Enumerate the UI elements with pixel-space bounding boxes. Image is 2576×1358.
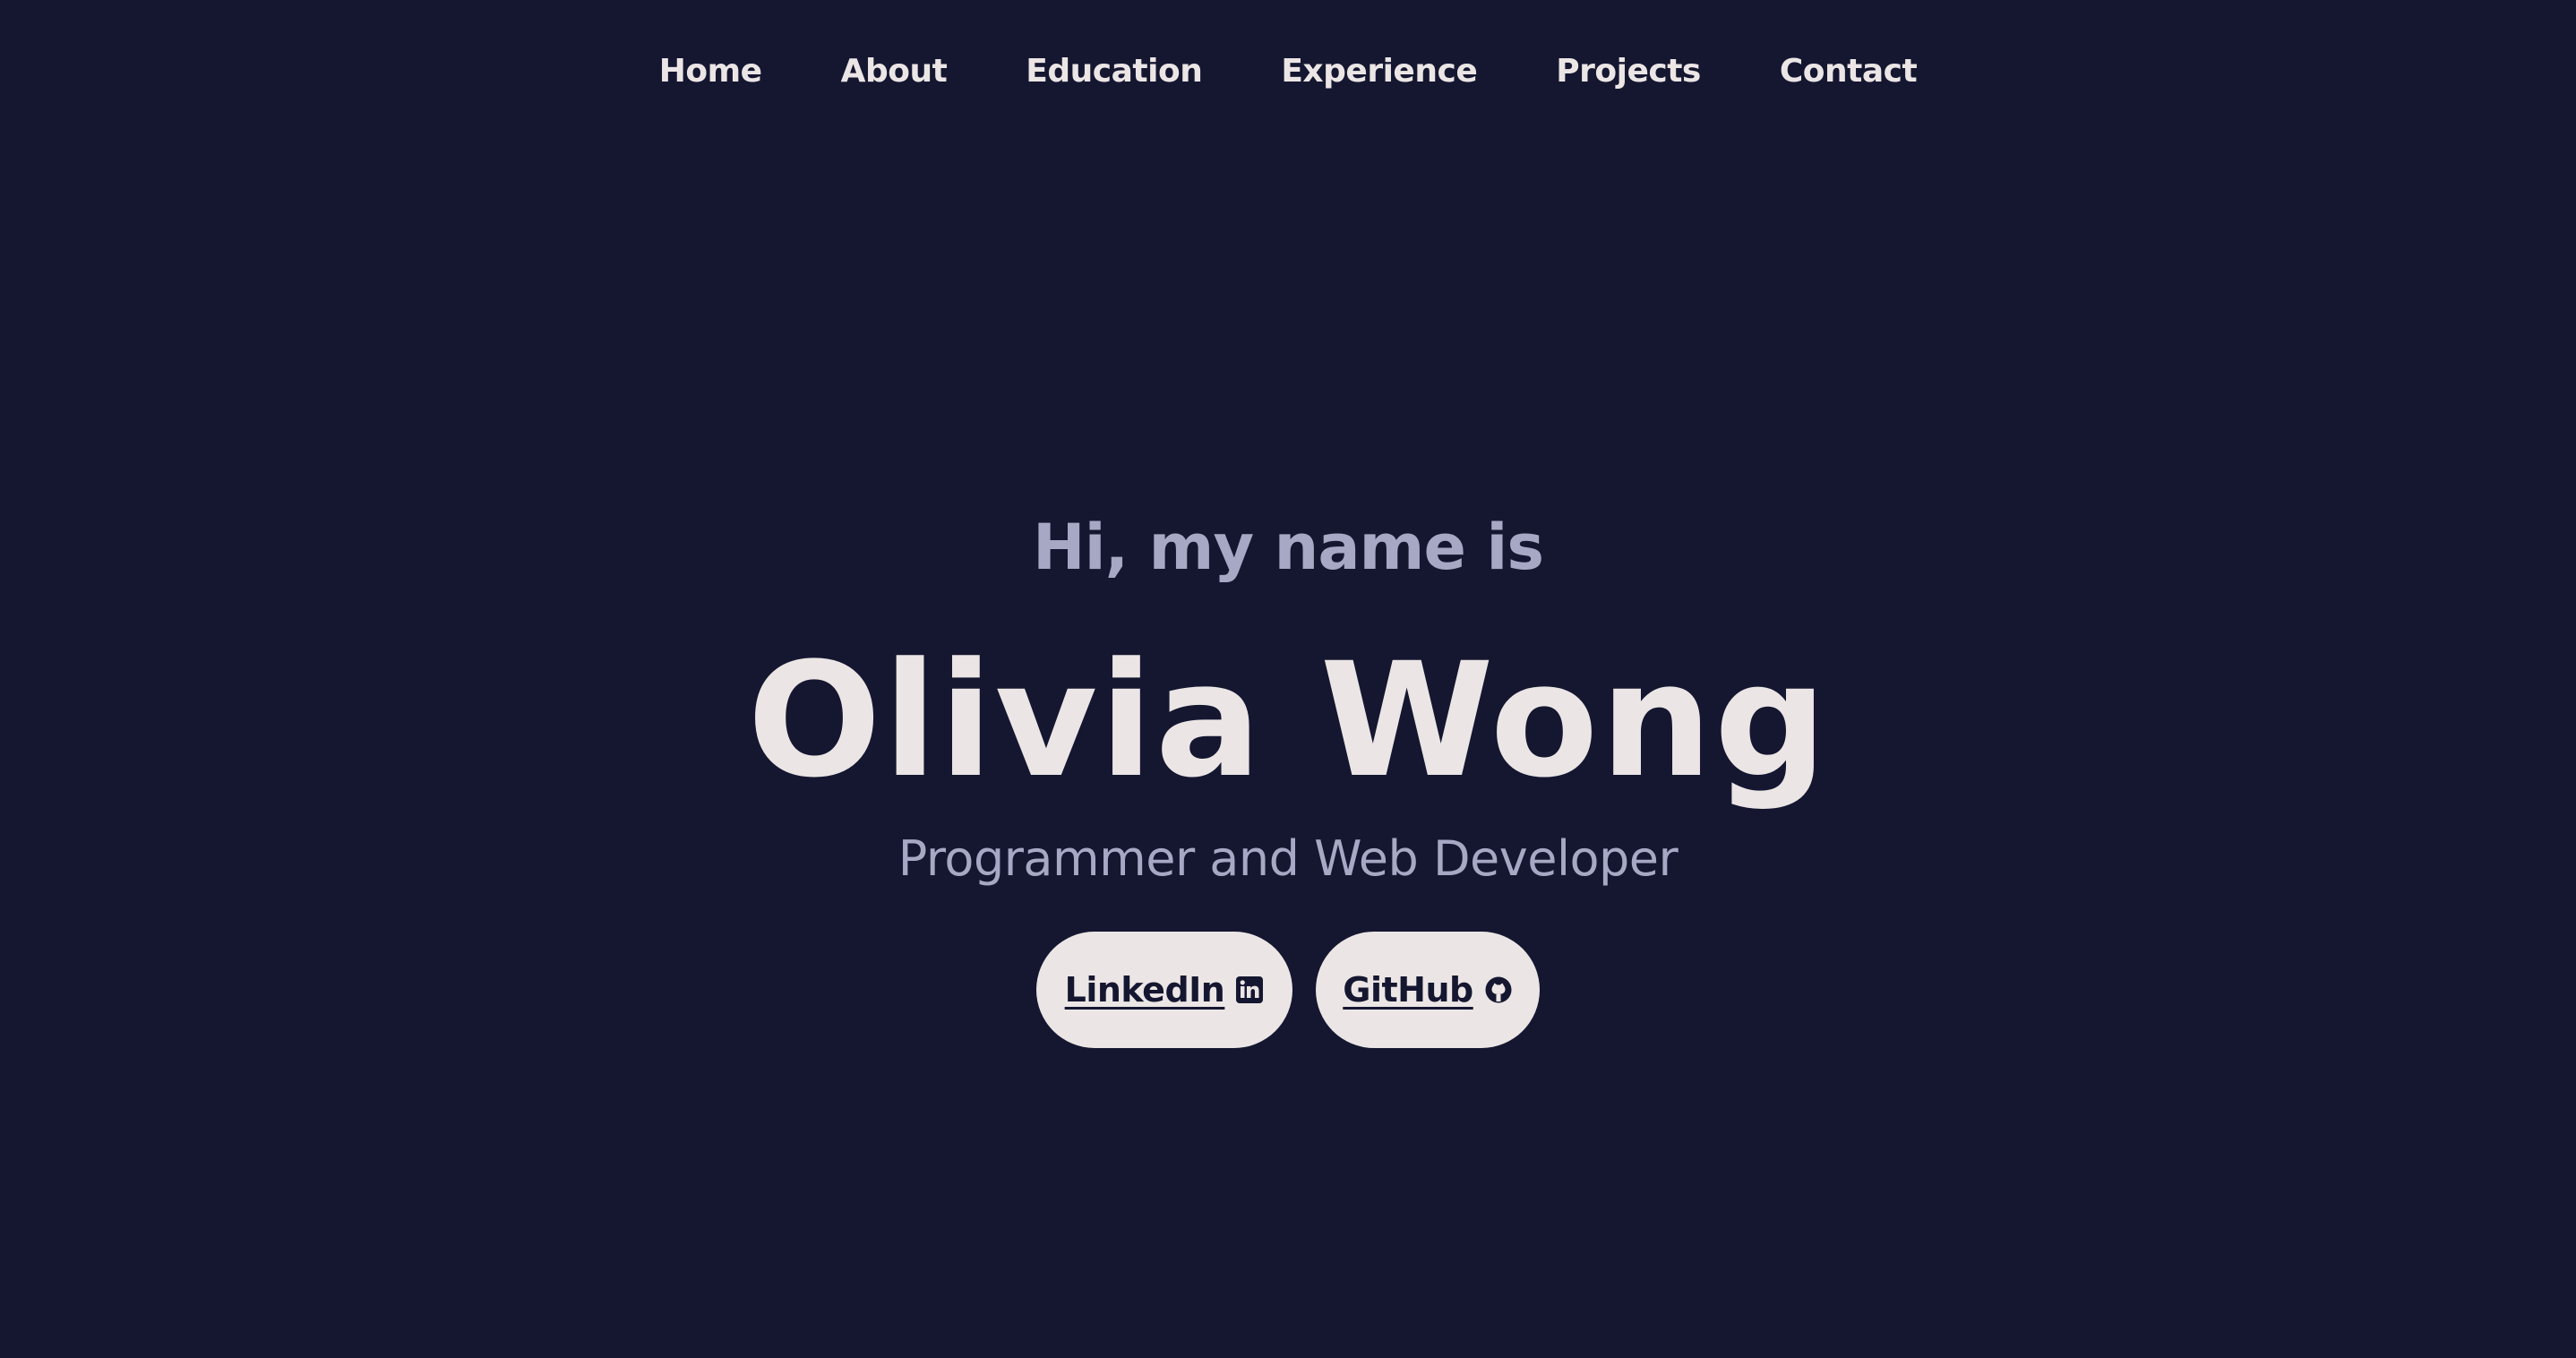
github-button-label: GitHub <box>1343 970 1473 1010</box>
nav-about-link[interactable]: About <box>841 50 948 93</box>
nav-experience-link[interactable]: Experience <box>1281 50 1477 93</box>
nav-education-link[interactable]: Education <box>1026 50 1203 93</box>
nav-contact-link[interactable]: Contact <box>1780 50 1918 93</box>
hero-name: Olivia Wong <box>747 629 1829 812</box>
github-icon <box>1484 976 1513 1004</box>
social-buttons: LinkedIn GitHub <box>0 932 2576 1048</box>
github-button[interactable]: GitHub <box>1316 932 1540 1048</box>
linkedin-button-label: LinkedIn <box>1064 970 1225 1010</box>
main-nav: Home About Education Experience Projects… <box>0 50 2576 93</box>
linkedin-button[interactable]: LinkedIn <box>1036 932 1292 1048</box>
hero-greeting: Hi, my name is <box>1033 511 1544 584</box>
linkedin-icon <box>1235 976 1264 1004</box>
nav-home-link[interactable]: Home <box>659 50 762 93</box>
nav-projects-link[interactable]: Projects <box>1556 50 1701 93</box>
hero-role: Programmer and Web Developer <box>897 830 1679 887</box>
